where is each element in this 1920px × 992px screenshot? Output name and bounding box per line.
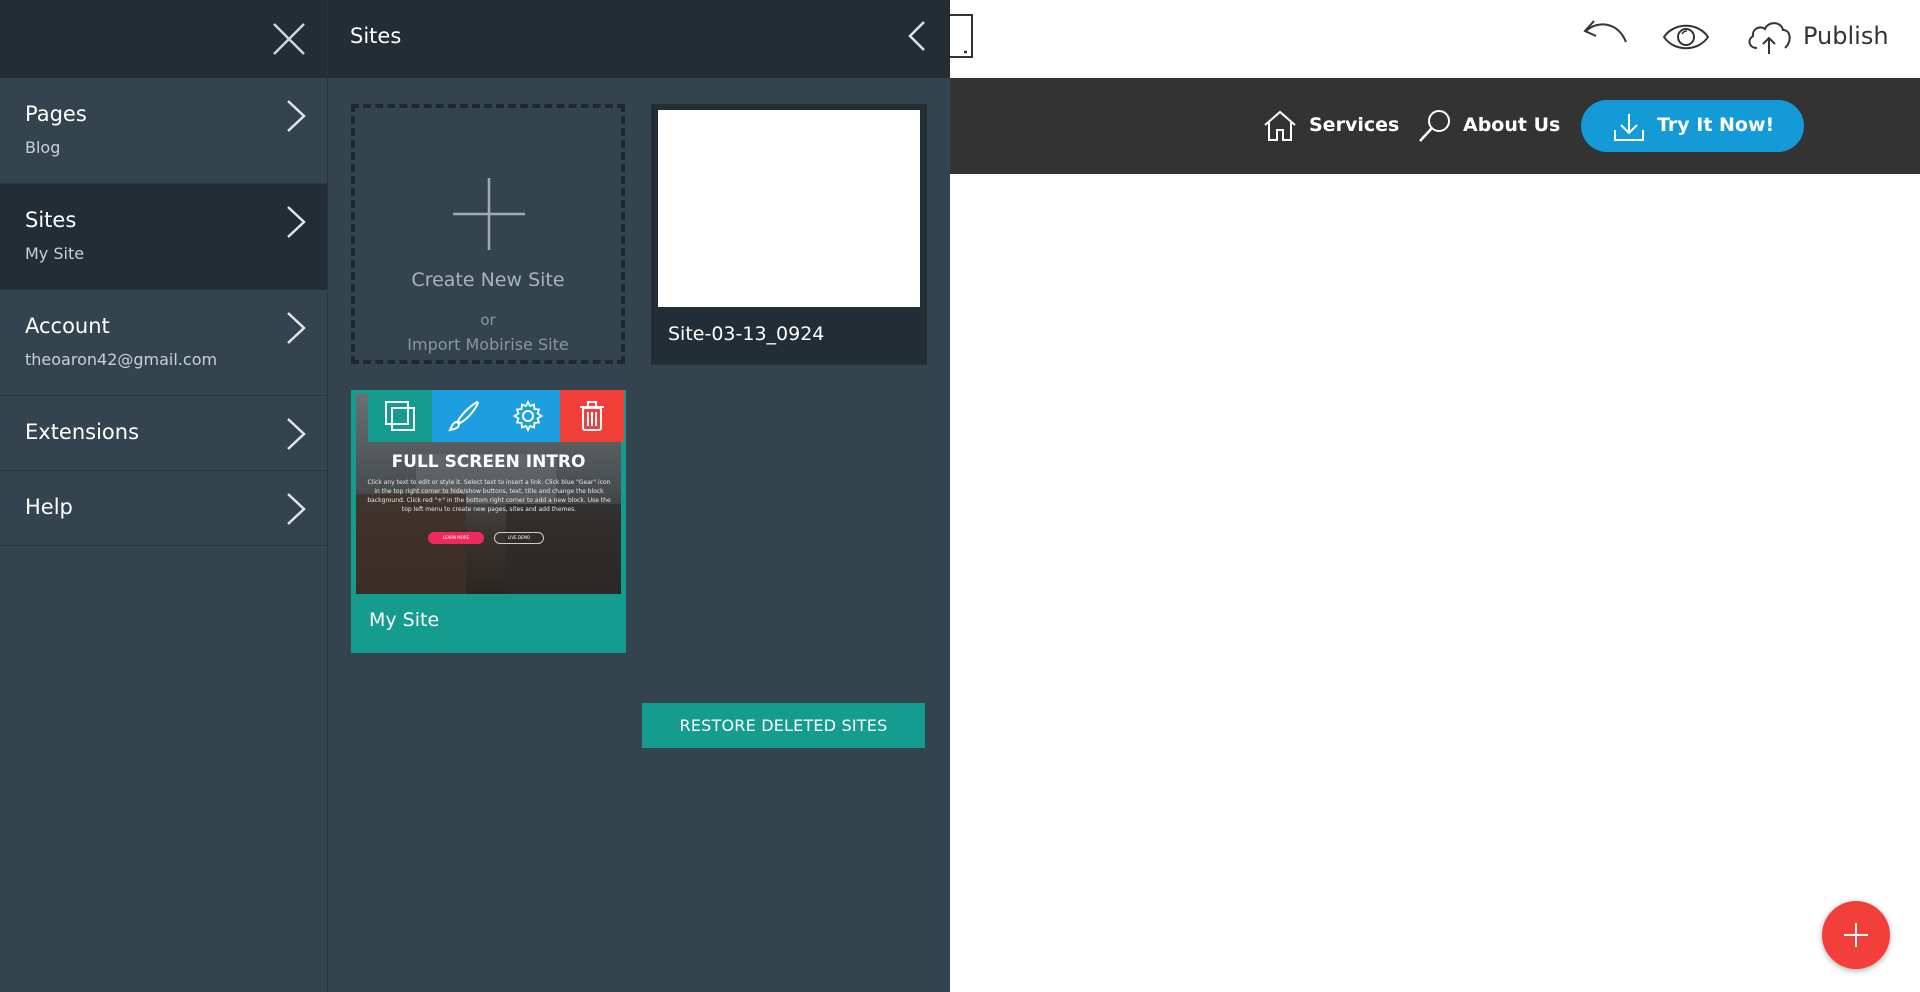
menu-item-extensions[interactable]: Extensions xyxy=(0,396,327,471)
site-card[interactable]: Site-03-13_0924 xyxy=(651,104,927,365)
create-site-label: Create New Site xyxy=(411,269,565,291)
left-menu: Pages Blog Sites My Site Account theoaro… xyxy=(0,0,327,992)
left-menu-header xyxy=(0,0,327,78)
download-icon xyxy=(1614,114,1644,141)
chevron-right-icon xyxy=(287,312,306,344)
cloud-upload-icon xyxy=(1748,22,1791,54)
menu-item-sub: My Site xyxy=(25,244,85,263)
plus-icon xyxy=(1844,923,1868,947)
brush-icon xyxy=(448,400,480,432)
menu-item-sites[interactable]: Sites My Site xyxy=(0,184,327,290)
add-block-button[interactable] xyxy=(1822,901,1890,969)
or-label: or xyxy=(480,311,496,329)
menu-item-label: Sites xyxy=(25,208,77,232)
create-new-site-card[interactable]: Create New Site or Import Mobirise Site xyxy=(351,104,625,364)
site-style-button[interactable] xyxy=(432,390,496,442)
site-card-toolbar xyxy=(368,390,625,442)
nav-link-about-us[interactable]: About Us xyxy=(1463,114,1560,136)
thumbnail-primary-button: LEARN MORE xyxy=(428,532,484,544)
menu-item-sub: Blog xyxy=(25,138,61,157)
site-settings-button[interactable] xyxy=(496,390,560,442)
duplicate-site-button[interactable] xyxy=(368,390,432,442)
menu-item-label: Help xyxy=(25,495,73,519)
copy-icon xyxy=(385,401,415,431)
site-name: Site-03-13_0924 xyxy=(668,323,825,345)
nav-link-services[interactable]: Services xyxy=(1309,114,1399,136)
site-thumbnail xyxy=(658,110,920,307)
sites-panel: Sites Create New Site or Import Mobirise… xyxy=(327,0,950,992)
thumbnail-text: Click any text to edit or style it. Sele… xyxy=(367,479,611,513)
trash-icon xyxy=(580,401,604,431)
search-icon xyxy=(1419,110,1450,142)
panel-title: Sites xyxy=(350,24,402,48)
chevron-right-icon xyxy=(287,206,306,238)
undo-icon[interactable] xyxy=(1580,18,1630,54)
close-icon[interactable] xyxy=(270,20,308,58)
thumbnail-title: FULL SCREEN INTRO xyxy=(391,452,586,472)
thumbnail-secondary-button: LIVE DEMO xyxy=(494,532,544,544)
chevron-right-icon xyxy=(287,100,306,132)
sites-panel-header: Sites xyxy=(328,0,950,78)
page-canvas xyxy=(950,174,1920,992)
publish-label[interactable]: Publish xyxy=(1803,22,1889,50)
mobile-device-icon[interactable] xyxy=(950,14,974,58)
chevron-left-icon[interactable] xyxy=(906,18,928,54)
menu-item-help[interactable]: Help xyxy=(0,471,327,546)
import-site-link[interactable]: Import Mobirise Site xyxy=(355,335,621,354)
chevron-right-icon xyxy=(287,418,306,450)
menu-item-label: Extensions xyxy=(25,420,140,444)
chevron-right-icon xyxy=(287,493,306,525)
delete-site-button[interactable] xyxy=(560,390,624,442)
plus-icon xyxy=(453,178,525,250)
gear-icon xyxy=(512,399,544,433)
try-it-now-label: Try It Now! xyxy=(1657,114,1775,136)
preview-eye-icon[interactable] xyxy=(1662,20,1710,54)
menu-item-sub: theoaron42@gmail.com xyxy=(25,350,218,369)
menu-item-pages[interactable]: Pages Blog xyxy=(0,78,327,184)
menu-item-account[interactable]: Account theoaron42@gmail.com xyxy=(0,290,327,396)
thumbnail-shape xyxy=(506,504,621,594)
site-name: My Site xyxy=(369,609,440,631)
try-it-now-button[interactable]: Try It Now! xyxy=(1581,100,1804,152)
menu-item-label: Pages xyxy=(25,102,87,126)
home-icon xyxy=(1264,110,1296,141)
restore-deleted-sites-button[interactable]: RESTORE DELETED SITES xyxy=(642,703,925,748)
menu-item-label: Account xyxy=(25,314,110,338)
